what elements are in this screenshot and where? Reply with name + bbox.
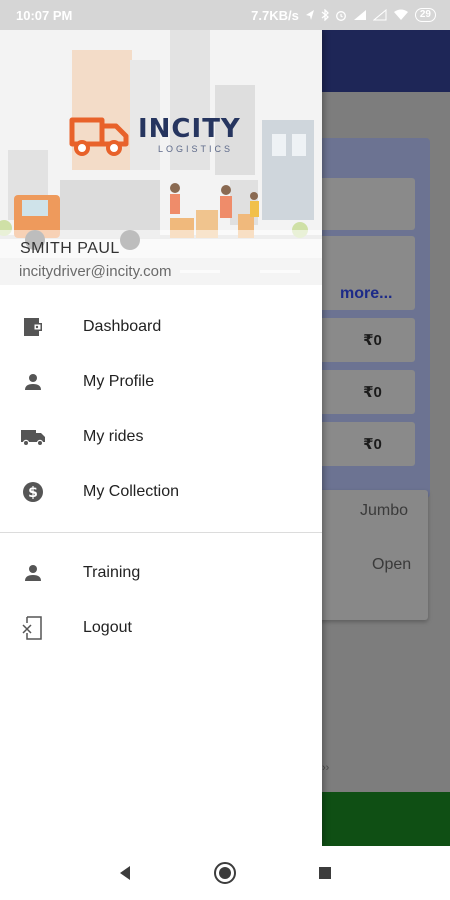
signal-icon (353, 10, 366, 20)
vehicle-type: Jumbo (360, 502, 409, 519)
menu-label: Dashboard (83, 317, 162, 335)
dollar-icon: $ (20, 479, 46, 505)
drawer-menu: Dashboard My Profile My rides $ My Colle… (0, 285, 322, 519)
menu-label: My Profile (83, 372, 155, 390)
menu-item-training[interactable]: Training (0, 545, 322, 600)
menu-item-dashboard[interactable]: Dashboard (0, 299, 322, 354)
person-icon (20, 369, 46, 395)
alarm-icon (335, 11, 346, 21)
truck-icon (20, 424, 46, 450)
person-icon (20, 560, 46, 586)
menu-label: My rides (83, 427, 144, 445)
navigation-drawer: INCITY LOGISTICS SMITH PAUL incitydriver… (0, 30, 322, 846)
menu-label: Training (83, 563, 141, 581)
menu-divider (0, 532, 322, 533)
signal-weak-icon (372, 9, 387, 21)
user-email: incitydriver@incity.com (19, 263, 172, 280)
wifi-icon (393, 9, 408, 20)
drawer-menu-secondary: Training Logout (0, 545, 322, 655)
more-link[interactable]: more... (340, 285, 392, 303)
menu-item-my-profile[interactable]: My Profile (0, 354, 322, 409)
status-icons: 7.7KB/s 29 (251, 8, 436, 23)
menu-item-my-collection[interactable]: $ My Collection (0, 464, 322, 519)
network-speed: 7.7KB/s (251, 7, 299, 23)
svg-text:$: $ (28, 485, 38, 501)
location-icon (305, 10, 314, 20)
logo-title: INCITY (138, 114, 241, 144)
incity-logo: INCITY LOGISTICS (68, 114, 241, 156)
battery-icon: 29 (414, 8, 436, 22)
menu-label: Logout (83, 618, 132, 636)
status-time: 10:07 PM (16, 7, 73, 23)
chevron-right-icon: ›› (322, 762, 330, 774)
menu-label: My Collection (83, 482, 180, 500)
menu-item-my-rides[interactable]: My rides (0, 409, 322, 464)
recents-icon[interactable] (310, 858, 340, 888)
truck-logo-icon (69, 117, 129, 156)
ride-status: Open (372, 556, 412, 573)
menu-item-logout[interactable]: Logout (0, 600, 322, 655)
logo-subtitle: LOGISTICS (158, 144, 234, 154)
back-icon[interactable] (110, 858, 140, 888)
drawer-header: INCITY LOGISTICS SMITH PAUL incitydriver… (0, 30, 322, 285)
bluetooth-icon (321, 9, 329, 21)
home-icon[interactable] (210, 858, 240, 888)
wallet-icon (20, 314, 46, 340)
system-nav-bar (0, 846, 450, 900)
user-name: SMITH PAUL (20, 240, 120, 257)
logout-icon (20, 615, 46, 641)
status-bar: 10:07 PM 7.7KB/s 29 (0, 0, 450, 30)
